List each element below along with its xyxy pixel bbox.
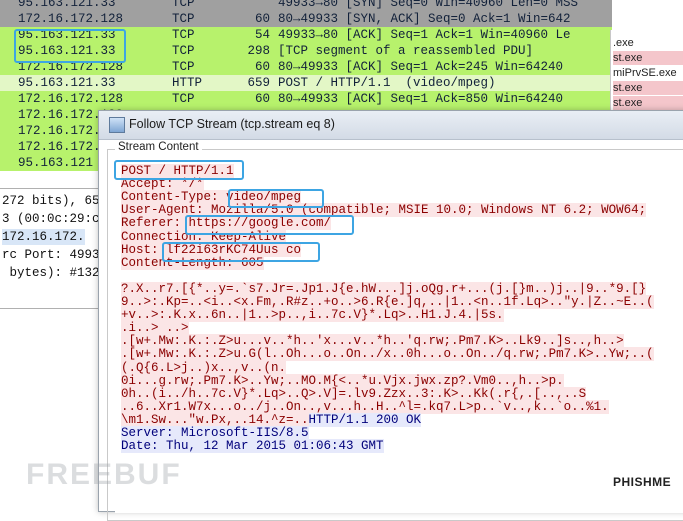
packet-row[interactable]: 172.16.172.128 TCP 60 80→49933 [SYN, ACK] S…	[0, 11, 612, 27]
packet-length: 60	[254, 60, 270, 74]
packet-protocol: TCP	[172, 60, 195, 74]
stream-text-segment: \m1.Sw..."w.Px,..14.^z=..	[121, 412, 309, 427]
stream-text-segment: ..6..Xr1.W7x...o../j..On..,v...h..H..^l=…	[121, 399, 609, 414]
packet-source: 172.16.172.128	[18, 12, 124, 26]
packet-length: 60	[254, 12, 270, 26]
detail-row[interactable]: bytes): #132	[2, 265, 99, 281]
packet-length: 60	[254, 92, 270, 106]
stream-line: .[w+.Mw:.K.:.Z>u.G(l..Oh...o..On../x..0h…	[121, 347, 654, 362]
brand-logo: PHISHME	[613, 475, 672, 489]
packet-row[interactable]: 95.163.121.33 HTTP 659 POST / HTTP/1.1 (vid…	[0, 75, 612, 91]
stream-text-segment: .i..> ..>	[121, 321, 189, 336]
process-item: .exe	[613, 36, 683, 50]
packet-source: 172.16.172.128	[18, 92, 124, 106]
detail-row[interactable]: rc Port: 4993	[2, 247, 98, 263]
detail-row[interactable]: 172.16.172.	[2, 229, 85, 245]
packet-info: 80→49933 [SYN, ACK] Seq=0 Ack=1 Win=642	[278, 12, 571, 26]
stream-line: ?.X..r7.[{*..y=.`s7.Jr=.Jp1.J{e.hW...]j.…	[121, 281, 647, 296]
packet-source: 95.163.121	[18, 156, 94, 170]
detail-row[interactable]: 272 bits), 65	[2, 193, 98, 209]
process-item: st.exe	[613, 51, 683, 65]
packet-protocol: TCP	[172, 44, 195, 58]
stream-text-segment: ?.X..r7.[{*..y=.`s7.Jr=.Jp1.J{e.hW...]j.…	[121, 281, 647, 296]
highlight-content-type	[228, 189, 324, 208]
packet-info: 49933→80 [SYN] Seq=0 Win=40960 Len=0 MSS	[278, 0, 579, 10]
dialog-title: Follow TCP Stream (tcp.stream eq 8)	[129, 117, 335, 131]
stream-text-segment: .[w+.Mw:.K.:.Z>u...v..*h..'x...v..*h..'q…	[121, 334, 624, 349]
process-item: st.exe	[613, 96, 683, 110]
highlight-referer	[185, 215, 354, 235]
packet-protocol: HTTP	[172, 76, 203, 90]
stream-line: .i..> ..>	[121, 321, 189, 336]
highlight-src-ip-1	[14, 29, 126, 63]
stream-line: \m1.Sw..."w.Px,..14.^z=..HTTP/1.1 200 OK	[121, 412, 422, 427]
stream-line: (.Q{6.L>j..)x..,v..(n.	[121, 360, 287, 375]
packet-protocol: TCP	[172, 0, 195, 10]
packet-row[interactable]: 95.163.121.33 TCP 49933→80 [SYN] Seq=0 Win…	[0, 0, 612, 11]
stream-text-segment: Date: Thu, 12 Mar 2015 01:06:43 GMT	[121, 439, 384, 454]
packet-length: 298	[247, 44, 270, 58]
stream-line: Accept: */*	[121, 177, 204, 192]
stream-line: Date: Thu, 12 Mar 2015 01:06:43 GMT	[121, 439, 384, 454]
packet-info: 49933→80 [ACK] Seq=1 Ack=1 Win=40960 Le	[278, 28, 571, 42]
packet-details[interactable]: 272 bits), 65 3 (00:0c:29:c 172.16.172. rc …	[0, 188, 98, 309]
packet-source: 95.163.121.33	[18, 0, 116, 10]
packet-source: 95.163.121.33	[18, 76, 116, 90]
packet-length: 659	[247, 76, 270, 90]
packet-protocol: TCP	[172, 12, 195, 26]
stream-text-segment: .[w+.Mw:.K.:.Z>u.G(l..Oh...o..On../x..0h…	[121, 347, 654, 362]
stream-line: 0h..(i../h..7c.V}*.Lq>..Q>.V]=.lv9.Zzx..…	[121, 386, 587, 401]
stream-line: .[w+.Mw:.K.:.Z>u...v..*h..'x...v..*h..'q…	[121, 334, 624, 349]
packet-info: 80→49933 [ACK] Seq=1 Ack=850 Win=64240	[278, 92, 564, 106]
packet-length: 54	[254, 28, 270, 42]
packet-info: 80→49933 [ACK] Seq=1 Ack=245 Win=64240	[278, 60, 564, 74]
packet-row[interactable]: 172.16.172.128 TCP 60 80→49933 [ACK] Seq=1 …	[0, 91, 612, 107]
stream-text-segment: (.Q{6.L>j..)x..,v..(n.	[121, 360, 287, 375]
stream-text-segment: 9..>:.Kp=..<i..<x.Fm,.R#z..+o..>6.R{e.]q…	[121, 295, 654, 309]
stream-line: Server: Microsoft-IIS/8.5	[121, 426, 309, 440]
stream-response-start: HTTP/1.1 200 OK	[308, 412, 422, 427]
process-item: miPrvSE.exe	[613, 66, 683, 80]
stream-line: 0i...g.rw;.Pm7.K>..Yw;..MO.M{<..*u.Vjx.j…	[121, 373, 564, 388]
stream-text-segment: 0i...g.rw;.Pm7.K>..Yw;..MO.M{<..*u.Vjx.j…	[121, 373, 564, 388]
packet-protocol: TCP	[172, 28, 195, 42]
packet-info: POST / HTTP/1.1 (video/mpeg)	[278, 76, 496, 90]
stream-text-segment: +v..>:.K.x..6n..|1..>p..,i..7c.V}*.Lq>..…	[121, 308, 504, 323]
packet-info: [TCP segment of a reassembled PDU]	[278, 44, 534, 58]
stream-line: ..6..Xr1.W7x...o../j..On..,v...h..H..^l=…	[121, 399, 609, 414]
packet-protocol: TCP	[172, 92, 195, 106]
highlight-host	[162, 242, 320, 262]
stream-text-segment: 0h..(i../h..7c.V}*.Lq>..Q>.V]=.lv9.Zzx..…	[121, 386, 587, 401]
stream-line: +v..>:.K.x..6n..|1..>p..,i..7c.V}*.Lq>..…	[121, 308, 504, 323]
window-icon	[109, 117, 125, 133]
stream-line: 9..>:.Kp=..<i..<x.Fm,.R#z..+o..>6.R{e.]q…	[121, 295, 654, 309]
watermark: FREEBUF	[26, 458, 182, 491]
highlight-post	[114, 160, 244, 180]
stream-text-segment: Server: Microsoft-IIS/8.5	[121, 426, 309, 440]
process-item: st.exe	[613, 81, 683, 95]
stream-content-label: Stream Content	[115, 141, 202, 153]
detail-row[interactable]: 3 (00:0c:29:c	[2, 211, 98, 227]
dialog-titlebar[interactable]: Follow TCP Stream (tcp.stream eq 8)	[99, 111, 683, 140]
